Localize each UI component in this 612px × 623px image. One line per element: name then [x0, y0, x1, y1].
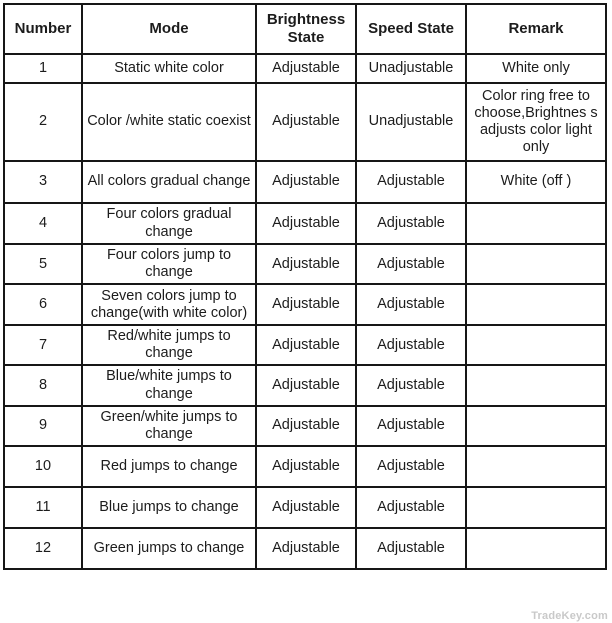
cell-speed-state: Unadjustable: [355, 82, 467, 162]
column-header-brightness-line1: Brightness: [266, 11, 346, 29]
cell-brightness-state: Adjustable: [255, 485, 357, 529]
cell-brightness-state: Adjustable: [255, 82, 357, 162]
cell-remark: [465, 202, 607, 245]
cell-remark: [465, 404, 607, 447]
cell-mode: Red jumps to change: [81, 444, 257, 488]
cell-mode: Seven colors jump to change(with white c…: [81, 283, 257, 327]
table-row: 11 Blue jumps to change Adjustable Adjustab…: [3, 485, 607, 529]
cell-brightness-state: Adjustable: [255, 364, 357, 407]
cell-speed-state: Adjustable: [355, 364, 467, 407]
cell-number: 8: [3, 364, 83, 407]
cell-remark: White only: [465, 53, 607, 84]
cell-speed-state: Adjustable: [355, 242, 467, 286]
cell-brightness-state: Adjustable: [255, 53, 357, 84]
cell-number: 6: [3, 283, 83, 327]
cell-number: 10: [3, 444, 83, 488]
cell-number: 2: [3, 82, 83, 162]
table-row: 2 Color /white static coexist Adjustable Un…: [3, 82, 607, 162]
cell-mode: Blue jumps to change: [81, 485, 257, 529]
cell-mode: Static white color: [81, 53, 257, 84]
cell-speed-state: Adjustable: [355, 202, 467, 245]
table-row: 5 Four colors jump to change Adjustable Adj…: [3, 242, 607, 286]
cell-remark: [465, 485, 607, 529]
column-header-mode: Mode: [81, 3, 257, 55]
cell-remark: [465, 364, 607, 407]
column-header-brightness-state: Brightness State: [255, 3, 357, 55]
cell-number: 11: [3, 485, 83, 529]
column-header-speed-state: Speed State: [355, 3, 467, 55]
cell-mode: Red/white jumps to change: [81, 324, 257, 367]
column-header-number: Number: [3, 3, 83, 55]
column-header-brightness-line2: State: [287, 29, 325, 46]
table-row: 6 Seven colors jump to change(with white …: [3, 283, 607, 327]
table-row: 3 All colors gradual change Adjustable Adju…: [3, 160, 607, 204]
table-body: 1 Static white color Adjustable Unadjustabl…: [3, 53, 607, 570]
table-row: 10 Red jumps to change Adjustable Adjustabl…: [3, 444, 607, 488]
cell-number: 1: [3, 53, 83, 84]
table-header: Number Mode Brightness State Speed State…: [3, 3, 607, 55]
table-row: 7 Red/white jumps to change Adjustable Adju…: [3, 324, 607, 367]
cell-speed-state: Adjustable: [355, 444, 467, 488]
cell-number: 7: [3, 324, 83, 367]
cell-brightness-state: Adjustable: [255, 444, 357, 488]
table-row: 4 Four colors gradual change Adjustable Adj…: [3, 202, 607, 245]
table-row: 12 Green jumps to change Adjustable Adjusta…: [3, 526, 607, 570]
cell-remark: White (off ): [465, 160, 607, 204]
cell-speed-state: Adjustable: [355, 404, 467, 447]
cell-remark: Color ring free to choose,Brightnes s ad…: [465, 82, 607, 162]
cell-speed-state: Adjustable: [355, 526, 467, 570]
cell-mode: Green/white jumps to change: [81, 404, 257, 447]
cell-speed-state: Adjustable: [355, 324, 467, 367]
cell-remark: [465, 526, 607, 570]
table-row: 1 Static white color Adjustable Unadjustabl…: [3, 53, 607, 84]
cell-number: 9: [3, 404, 83, 447]
table-row: 9 Green/white jumps to change Adjustable Ad…: [3, 404, 607, 447]
cell-brightness-state: Adjustable: [255, 283, 357, 327]
cell-number: 12: [3, 526, 83, 570]
column-header-remark: Remark: [465, 3, 607, 55]
cell-speed-state: Adjustable: [355, 283, 467, 327]
cell-brightness-state: Adjustable: [255, 242, 357, 286]
mode-specification-table: Number Mode Brightness State Speed State…: [3, 3, 607, 570]
cell-number: 4: [3, 202, 83, 245]
tradekey-watermark: TradeKey.com: [531, 610, 608, 622]
cell-number: 3: [3, 160, 83, 204]
cell-mode: Four colors gradual change: [81, 202, 257, 245]
cell-brightness-state: Adjustable: [255, 404, 357, 447]
cell-remark: [465, 324, 607, 367]
cell-speed-state: Adjustable: [355, 485, 467, 529]
cell-brightness-state: Adjustable: [255, 202, 357, 245]
cell-number: 5: [3, 242, 83, 286]
cell-remark: [465, 283, 607, 327]
cell-mode: All colors gradual change: [81, 160, 257, 204]
cell-brightness-state: Adjustable: [255, 160, 357, 204]
table-header-row: Number Mode Brightness State Speed State…: [3, 3, 607, 55]
cell-speed-state: Unadjustable: [355, 53, 467, 84]
cell-mode: Green jumps to change: [81, 526, 257, 570]
cell-brightness-state: Adjustable: [255, 526, 357, 570]
table-row: 8 Blue/white jumps to change Adjustable Adj…: [3, 364, 607, 407]
cell-remark: [465, 444, 607, 488]
cell-brightness-state: Adjustable: [255, 324, 357, 367]
cell-speed-state: Adjustable: [355, 160, 467, 204]
cell-mode: Color /white static coexist: [81, 82, 257, 162]
cell-mode: Blue/white jumps to change: [81, 364, 257, 407]
cell-mode: Four colors jump to change: [81, 242, 257, 286]
cell-remark: [465, 242, 607, 286]
